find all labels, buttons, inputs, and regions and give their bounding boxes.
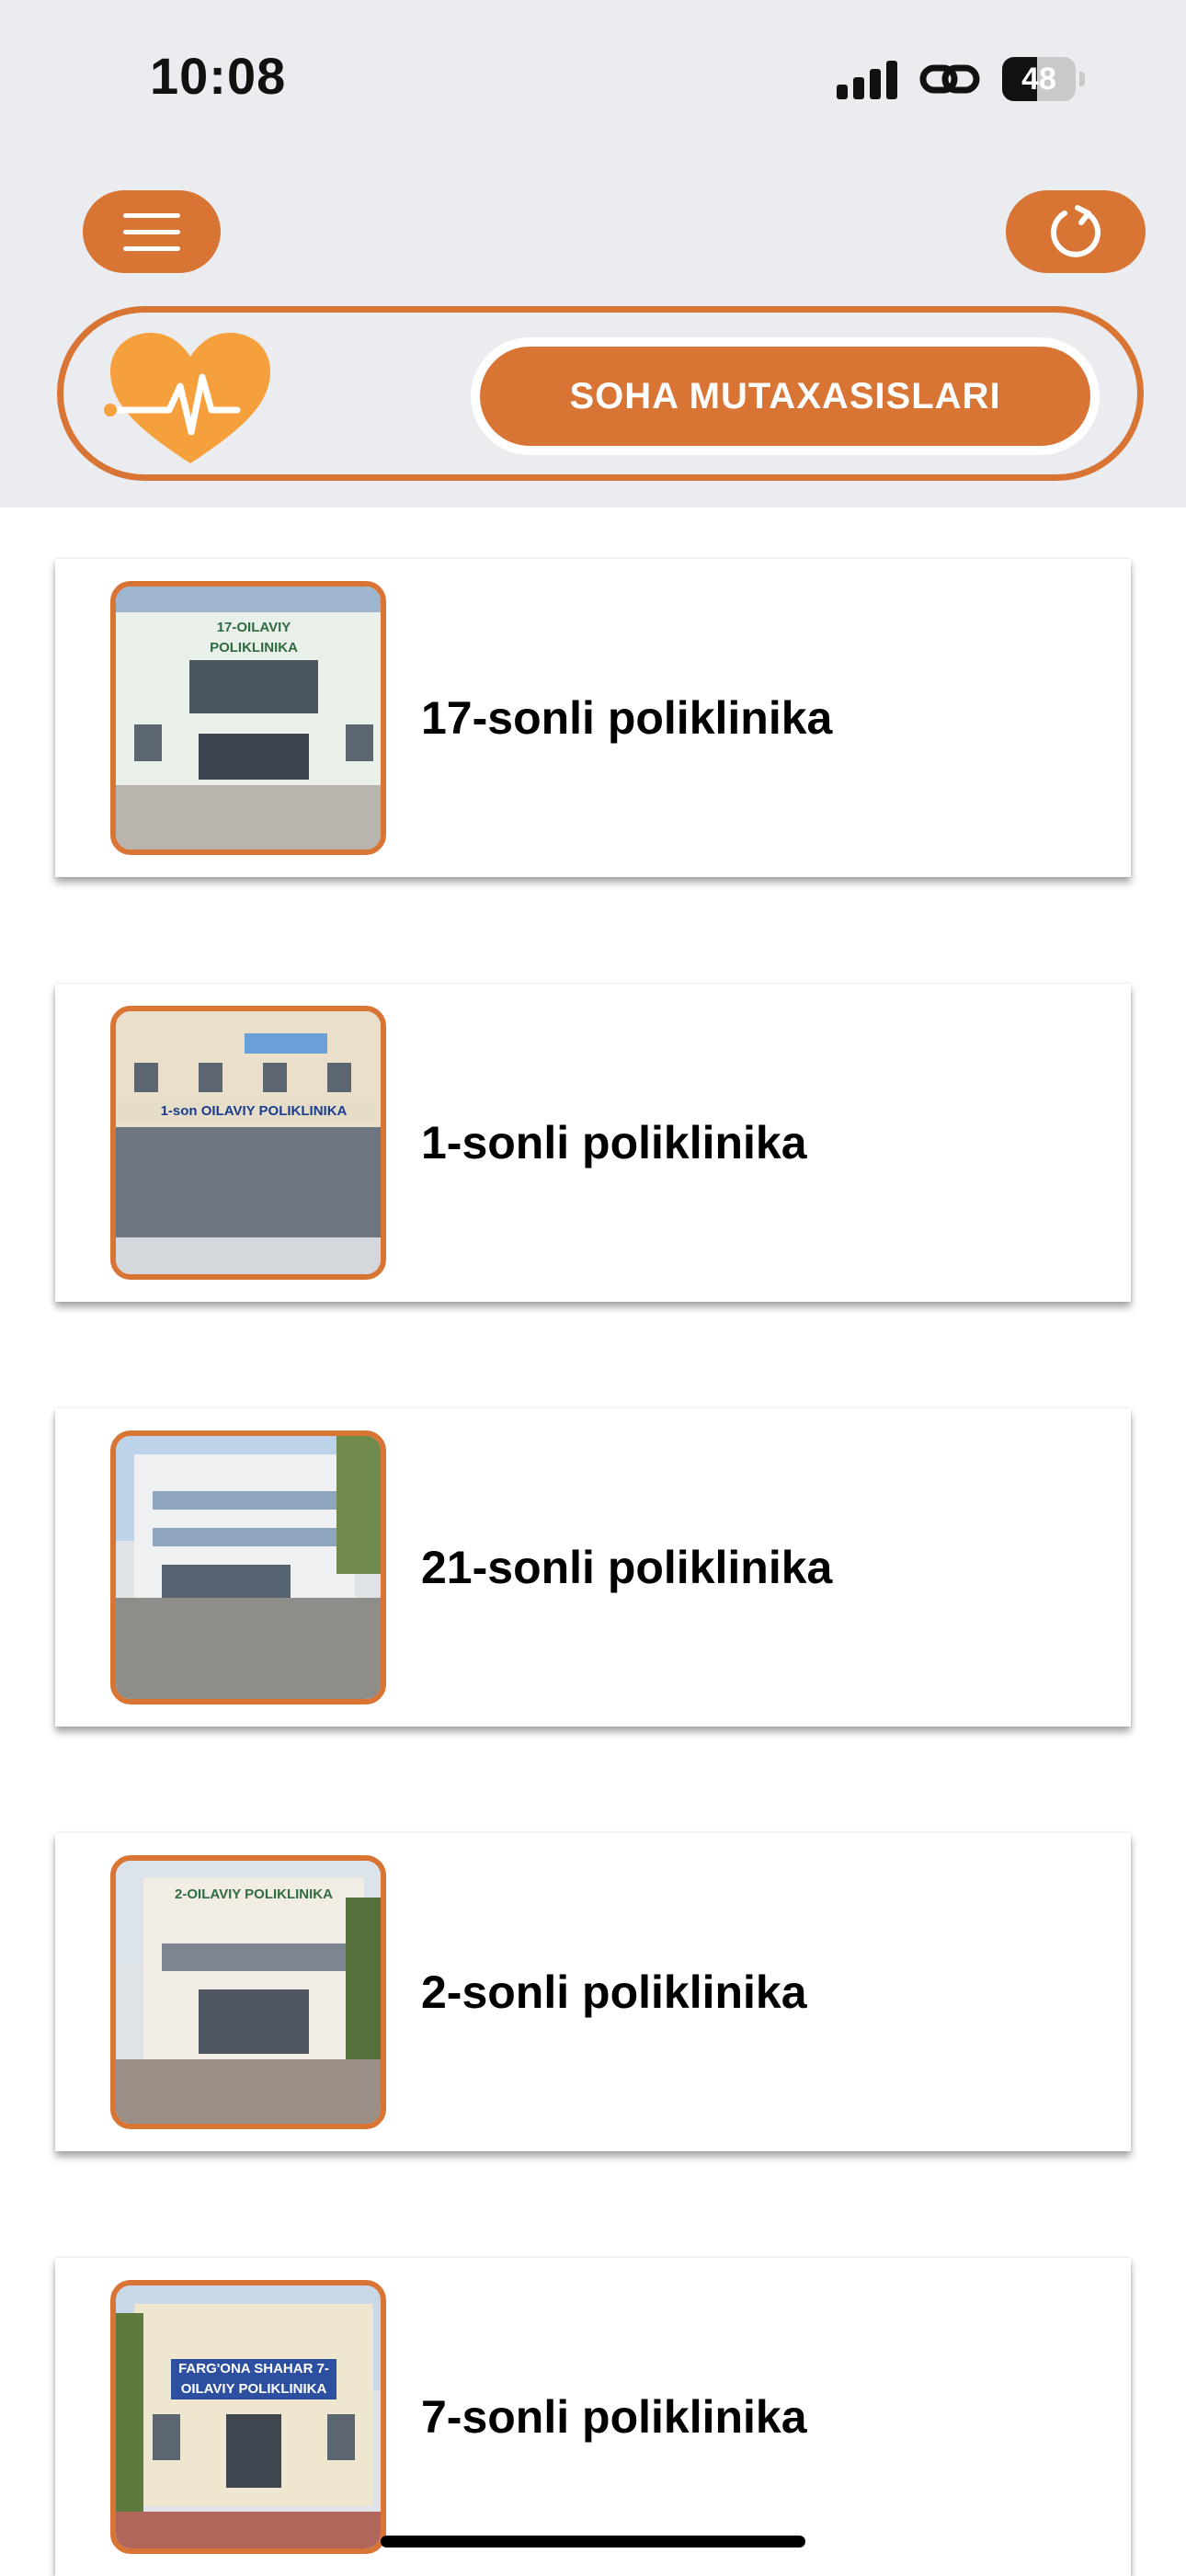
clinic-photo: 17-OILAVIY POLIKLINIKA (110, 581, 386, 855)
status-time: 10:08 (150, 47, 287, 105)
cellular-signal-icon (837, 59, 897, 99)
refresh-button[interactable] (1006, 190, 1146, 273)
clinic-list-item[interactable]: 2-OILAVIY POLIKLINIKA 2-sonli poliklinik… (55, 1833, 1131, 2151)
battery-level: 48 (1021, 62, 1056, 97)
clinic-name: 17-sonli poliklinika (421, 692, 833, 744)
refresh-icon (1051, 205, 1100, 257)
heart-pulse-icon (103, 333, 270, 463)
hamburger-menu-icon (123, 212, 180, 218)
clinic-name: 2-sonli poliklinika (421, 1966, 807, 2018)
clinic-photo-sign: 2-OILAVIY POLIKLINIKA (175, 1886, 333, 1902)
clinic-photo: 2-OILAVIY POLIKLINIKA (110, 1855, 386, 2129)
clinic-photo-sign: FARG'ONA SHAHAR 7-OILAVIY POLIKLINIKA (171, 2359, 336, 2399)
menu-button[interactable] (83, 190, 221, 273)
clinic-list-item[interactable]: FARG'ONA SHAHAR 7-OILAVIY POLIKLINIKA 7-… (55, 2258, 1131, 2576)
clinic-list-item[interactable]: 1-son OILAVIY POLIKLINIKA 1-sonli polikl… (55, 984, 1131, 1302)
clinic-name: 7-sonli poliklinika (421, 2391, 807, 2443)
clinic-photo (110, 1430, 386, 1704)
clinic-list-item[interactable]: 21-sonli poliklinika (55, 1408, 1131, 1727)
link-icon (919, 64, 980, 94)
clinic-list-item[interactable]: 17-OILAVIY POLIKLINIKA 17-sonli poliklin… (55, 559, 1131, 877)
battery-icon: 48 (1002, 57, 1087, 101)
clinic-name: 1-sonli poliklinika (421, 1117, 807, 1168)
home-indicator[interactable] (381, 2536, 805, 2548)
clinic-name: 21-sonli poliklinika (421, 1542, 833, 1593)
specialists-button[interactable]: SOHA MUTAXASISLARI (471, 337, 1100, 455)
clinic-photo: FARG'ONA SHAHAR 7-OILAVIY POLIKLINIKA (110, 2280, 386, 2554)
specialists-button-label: SOHA MUTAXASISLARI (480, 347, 1090, 446)
clinic-photo-sign: 1-son OILAVIY POLIKLINIKA (116, 1101, 381, 1122)
clinic-photo-sign: 17-OILAVIY POLIKLINIKA (210, 620, 298, 655)
clinic-photo: 1-son OILAVIY POLIKLINIKA (110, 1006, 386, 1280)
